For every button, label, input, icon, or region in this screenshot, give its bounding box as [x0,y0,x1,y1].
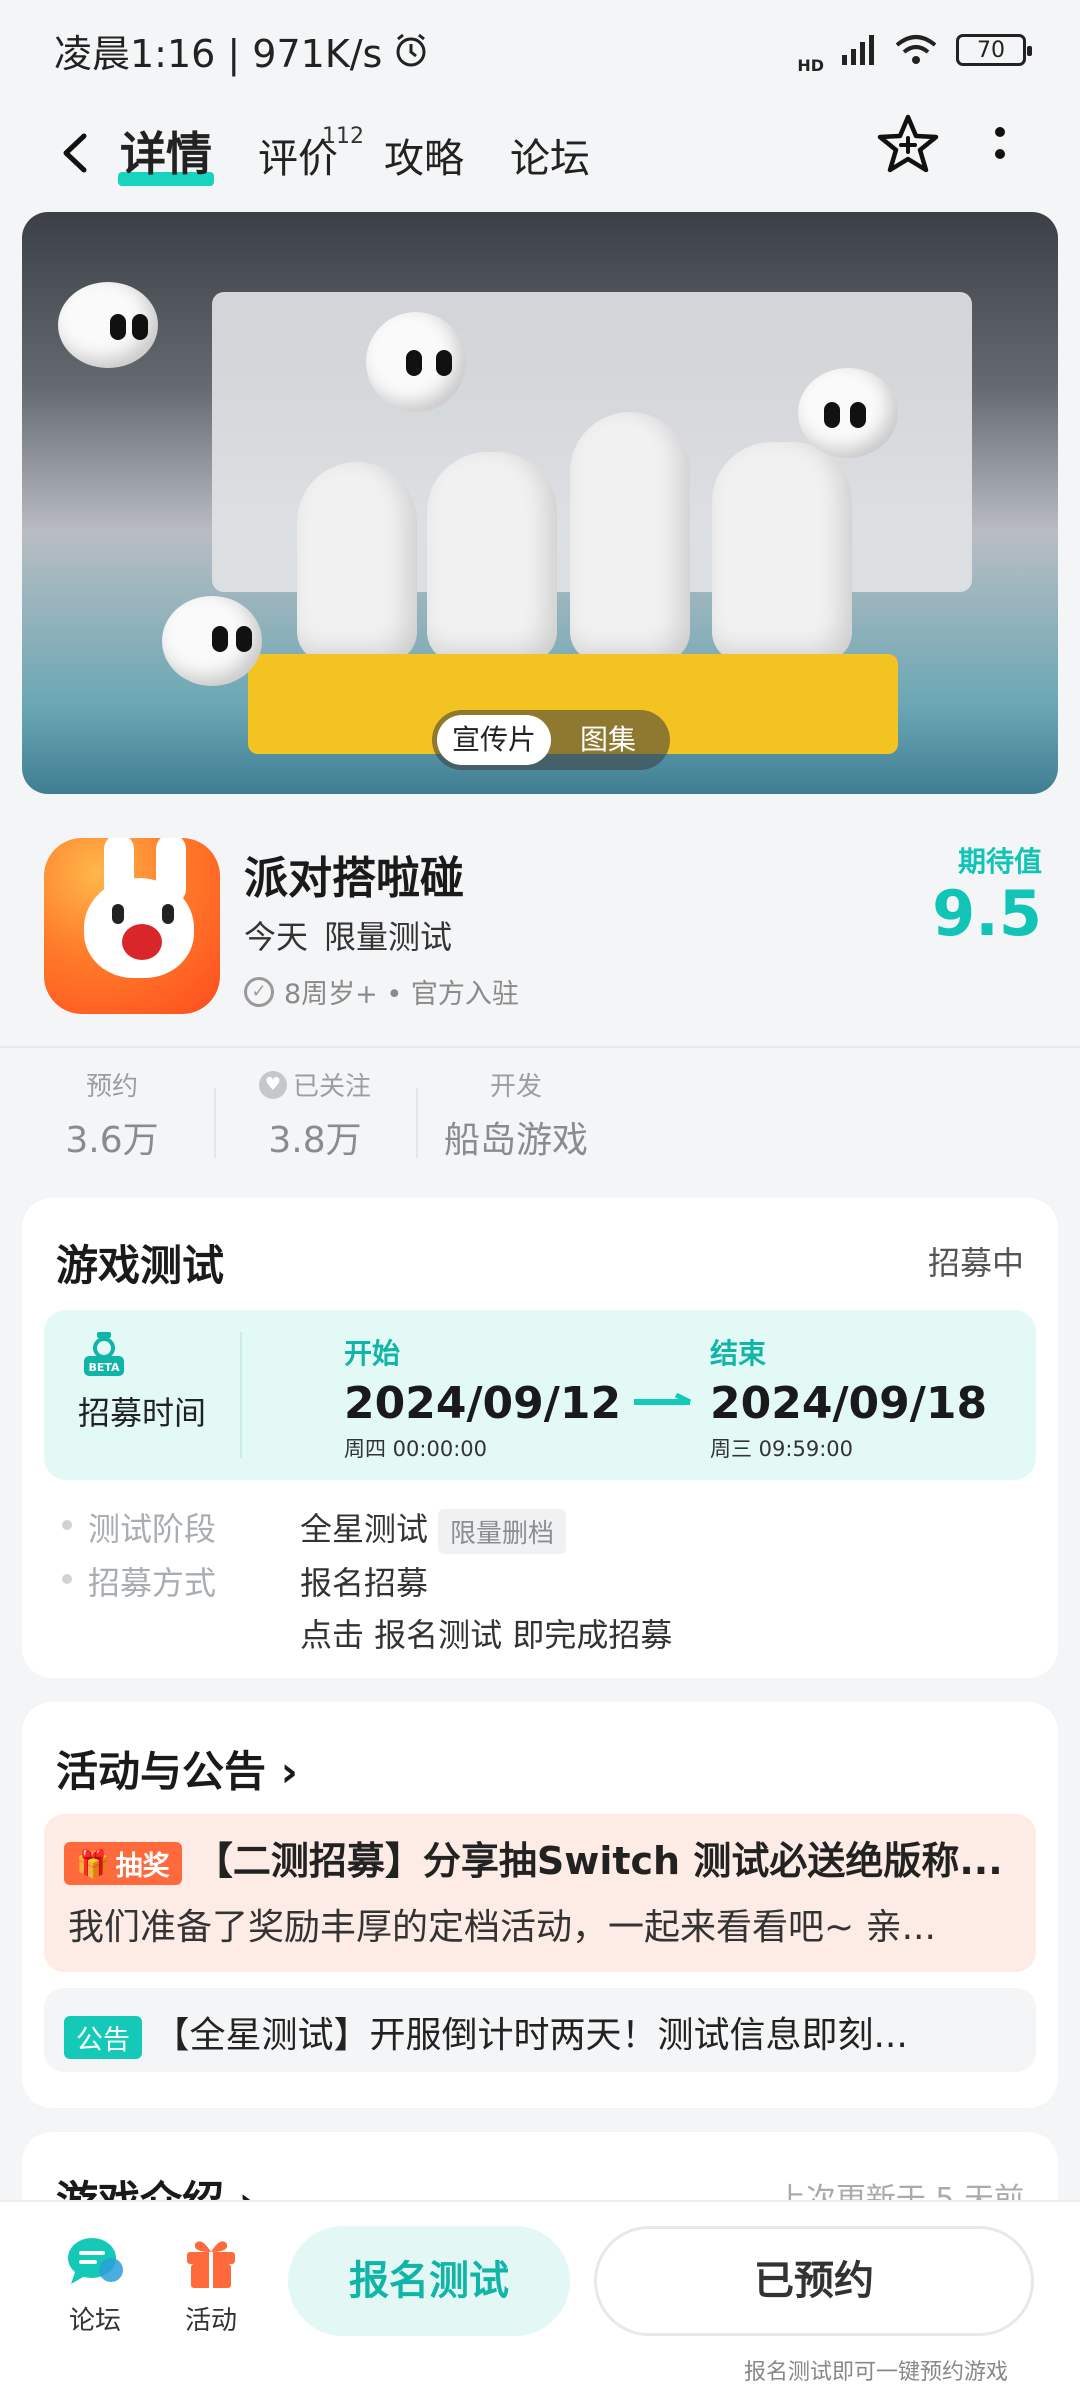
stat-developer[interactable]: 开发 船岛游戏 [436,1066,596,1163]
beta-clock-icon: BETA [84,1332,124,1376]
lottery-tag: 🎁 抽奖 [64,1842,182,1885]
gift-icon: 🎁 [76,1848,110,1880]
stat-reservations: 预约 3.6万 [65,1072,159,1161]
stats-row: 预约 3.6万 ♥ 已关注 3.8万 开发 船岛游戏 [0,1066,1080,1176]
media-type-toggle: 宣传片 图集 [432,710,670,770]
figure-3 [570,412,690,662]
signal-icon [842,35,874,65]
alarm-icon [396,33,426,67]
end-time: 结束 2024/09/18 周三 09:59:00 [710,1337,988,1461]
notice-tag: 公告 [64,2015,142,2059]
release-info: 今天 限量测试 [244,918,453,956]
stage-tag: 限量删档 [438,1508,567,1554]
test-stage-row: 测试阶段 全星测试 限量删档 [62,1504,567,1554]
status-bar: 凌晨1:16 | 971K/s HD 70 [0,0,1080,100]
game-title: 派对搭啦碰 [244,853,464,904]
top-navigation: 详情 评价 112 攻略 论坛 [0,100,1080,210]
option-gallery[interactable]: 图集 [551,715,665,765]
media-banner[interactable]: 宣传片 图集 [22,212,1058,794]
status-time: 凌晨1:16 | 971K/s [54,31,383,76]
figure-4 [712,442,852,662]
forum-shortcut[interactable]: 论坛 [50,2234,140,2337]
battery-indicator: 70 [956,34,1032,66]
recruit-status: 招募中 [927,1244,1024,1282]
tab-guides[interactable]: 攻略 [384,126,464,190]
game-meta: ✓ 8周岁+ • 官方入驻 [244,972,519,1011]
check-circle-icon: ✓ [244,976,274,1007]
ghost-1 [58,282,158,368]
recruit-method-row: 招募方式 报名招募 点击 报名测试 即完成招募 [62,1558,672,1656]
chevron-right-icon: › [266,1747,298,1796]
option-trailer[interactable]: 宣传片 [437,715,551,765]
tab-details[interactable]: 详情 [118,118,214,190]
divider [0,1046,1080,1048]
test-card-title: 游戏测试 [56,1241,225,1290]
more-options-icon[interactable] [990,124,1010,168]
gift-box-icon [187,2241,235,2288]
expectation-score: 期待值 9.5 [932,845,1042,950]
figure-2 [427,452,557,662]
figure-1 [297,462,417,662]
tab-forum[interactable]: 论坛 [510,126,590,190]
recruit-time-box: BETA 招募时间 开始 2024/09/12 周四 00:00:00 结束 2… [44,1310,1036,1480]
svg-text:BETA: BETA [88,1361,120,1374]
ghost-3 [798,368,898,458]
arrow-right-icon [634,1392,692,1405]
activity-card-title[interactable]: 活动与公告 › [56,1738,298,1799]
stat-followers[interactable]: ♥ 已关注 3.8万 [250,1066,380,1163]
heart-icon: ♥ [258,1070,287,1099]
back-arrow-icon[interactable] [52,128,102,178]
tab-reviews[interactable]: 评价 112 [258,124,364,190]
game-test-card: 游戏测试 招募中 BETA 招募时间 开始 2024/09/12 周四 00:0… [22,1198,1058,1678]
announcement-item[interactable]: 公告 【全星测试】开服倒计时两天！测试信息即刻... [44,1988,1036,2072]
forum-chat-icon [68,2238,123,2284]
game-app-icon [44,838,220,1014]
activity-shortcut[interactable]: 活动 [166,2234,256,2337]
game-header: 派对搭啦碰 今天 限量测试 ✓ 8周岁+ • 官方入驻 期待值 9.5 [0,820,1080,1040]
ghost-4 [162,596,262,686]
ghost-2 [366,312,466,412]
wifi-icon [895,35,937,64]
start-time: 开始 2024/09/12 周四 00:00:00 [344,1337,622,1461]
network-type: HD [797,55,824,75]
announcement-item[interactable]: 🎁 抽奖 【二测招募】分享抽Switch 测试必送绝版称... 我们准备了奖励丰厚… [44,1814,1036,1972]
reserved-button[interactable]: 已预约 [594,2226,1034,2336]
signup-test-button[interactable]: 报名测试 [288,2226,570,2336]
bottom-action-bar: 论坛 活动 报名测试 已预约 报名测试即可一键预约游戏 [0,2200,1080,2400]
activity-announcement-card: 活动与公告 › 🎁 抽奖 【二测招募】分享抽Switch 测试必送绝版称... 我… [22,1702,1058,2108]
bottom-hint: 报名测试即可一键预约游戏 [743,2360,1008,2385]
favorite-star-icon[interactable] [876,112,940,176]
reviews-count-badge: 112 [322,124,364,149]
